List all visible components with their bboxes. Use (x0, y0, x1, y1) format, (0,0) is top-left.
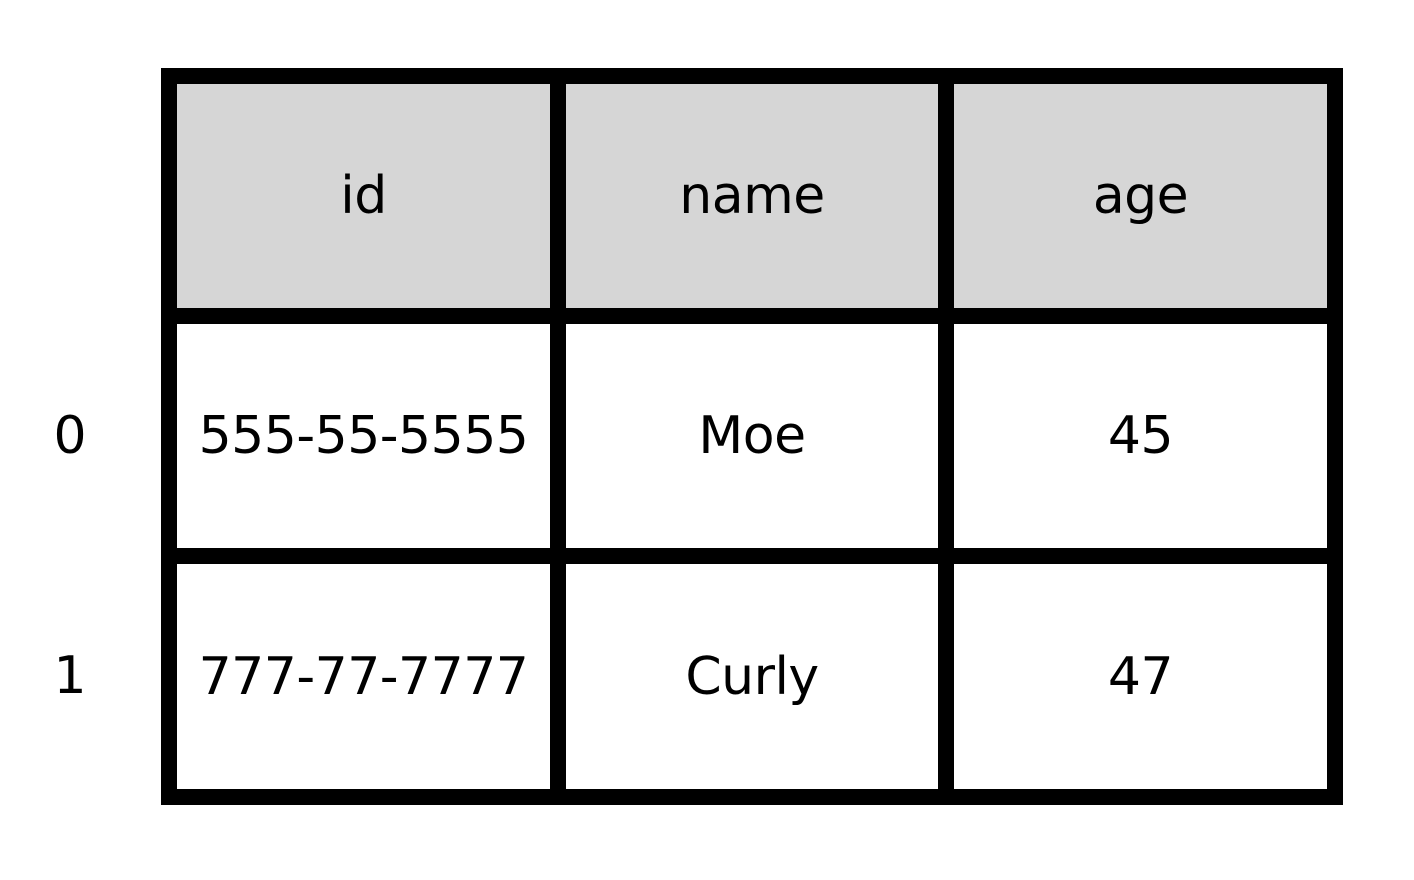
table-cell: Curly (566, 564, 938, 789)
data-table: id name age 555-55-5555 Moe 45 777-77-77… (161, 68, 1343, 805)
column-header-age: age (954, 84, 1327, 308)
column-header-name: name (566, 84, 938, 308)
column-header-id: id (177, 84, 550, 308)
row-index-label: 0 (53, 406, 87, 466)
row-index-label: 1 (53, 646, 87, 706)
table-cell: Moe (566, 324, 938, 548)
table-cell: 777-77-7777 (177, 564, 550, 789)
table-cell: 47 (954, 564, 1327, 789)
table-cell: 45 (954, 324, 1327, 548)
table-cell: 555-55-5555 (177, 324, 550, 548)
